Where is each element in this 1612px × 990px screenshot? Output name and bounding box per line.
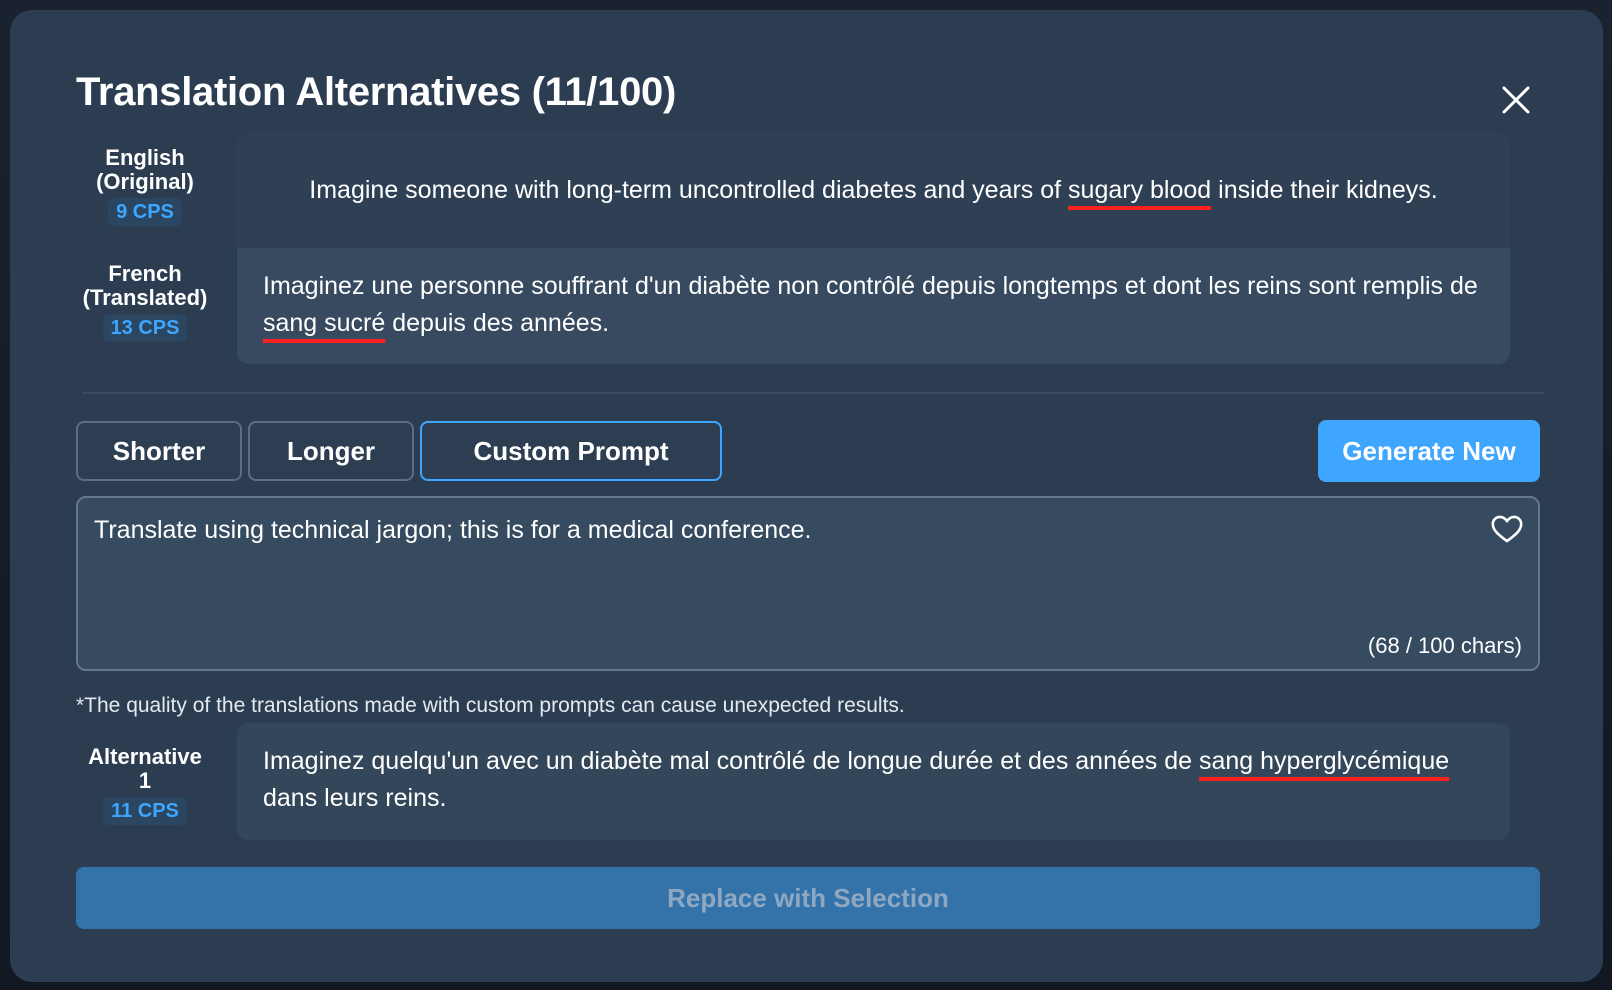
original-cps-badge: 9 CPS bbox=[108, 198, 182, 226]
original-text: Imagine someone with long-term uncontrol… bbox=[309, 172, 1437, 209]
original-text-before: Imagine someone with long-term uncontrol… bbox=[309, 176, 1069, 204]
dialog-title: Translation Alternatives (11/100) bbox=[76, 70, 676, 114]
translated-label: French (Translated) 13 CPS bbox=[80, 262, 210, 342]
translation-alternatives-dialog: Translation Alternatives (11/100) Englis… bbox=[10, 10, 1603, 982]
tab-shorter[interactable]: Shorter bbox=[76, 421, 242, 481]
translated-cps-badge: 13 CPS bbox=[102, 314, 188, 342]
alternative-highlight: sang hyperglycémique bbox=[1199, 747, 1450, 775]
alternative-text-before: Imaginez quelqu'un avec un diabète mal c… bbox=[263, 747, 1199, 775]
translated-highlight: sang sucré bbox=[263, 309, 386, 337]
alternative-cps-badge: 11 CPS bbox=[103, 797, 187, 825]
translated-tag: (Translated) bbox=[82, 285, 208, 310]
tab-longer[interactable]: Longer bbox=[248, 421, 414, 481]
tab-custom-prompt[interactable]: Custom Prompt bbox=[420, 421, 722, 481]
alternative-title: Alternative 1 bbox=[88, 744, 202, 793]
close-button[interactable] bbox=[1494, 78, 1538, 122]
char-count: (68 / 100 chars) bbox=[1367, 633, 1522, 658]
translated-text-before: Imaginez une personne souffrant d'un dia… bbox=[263, 272, 1478, 300]
heart-icon[interactable] bbox=[1490, 512, 1524, 546]
original-tag: (Original) bbox=[96, 169, 194, 194]
close-icon bbox=[1502, 86, 1530, 114]
original-text-after: inside their kidneys. bbox=[1211, 176, 1438, 204]
prompt-text[interactable]: Translate using technical jargon; this i… bbox=[94, 516, 812, 545]
replace-with-selection-button[interactable]: Replace with Selection bbox=[76, 867, 1540, 929]
original-text-panel: Imagine someone with long-term uncontrol… bbox=[237, 133, 1510, 248]
original-highlight: sugary blood bbox=[1068, 176, 1212, 204]
translated-text-after: depuis des années. bbox=[385, 309, 610, 337]
alternative-text-panel[interactable]: Imaginez quelqu'un avec un diabète mal c… bbox=[237, 723, 1510, 840]
translated-text-panel: Imaginez une personne souffrant d'un dia… bbox=[237, 248, 1510, 364]
original-label: English (Original) 9 CPS bbox=[80, 146, 210, 226]
generate-new-button[interactable]: Generate New bbox=[1318, 420, 1540, 482]
divider bbox=[82, 392, 1544, 394]
disclaimer-text: *The quality of the translations made wi… bbox=[76, 694, 905, 717]
alternative-text-after: dans leurs reins. bbox=[263, 784, 447, 812]
translated-language: French bbox=[108, 261, 182, 286]
custom-prompt-input[interactable]: Translate using technical jargon; this i… bbox=[76, 496, 1540, 671]
alternative-label: Alternative 1 11 CPS bbox=[80, 745, 210, 825]
original-language: English bbox=[105, 145, 185, 170]
